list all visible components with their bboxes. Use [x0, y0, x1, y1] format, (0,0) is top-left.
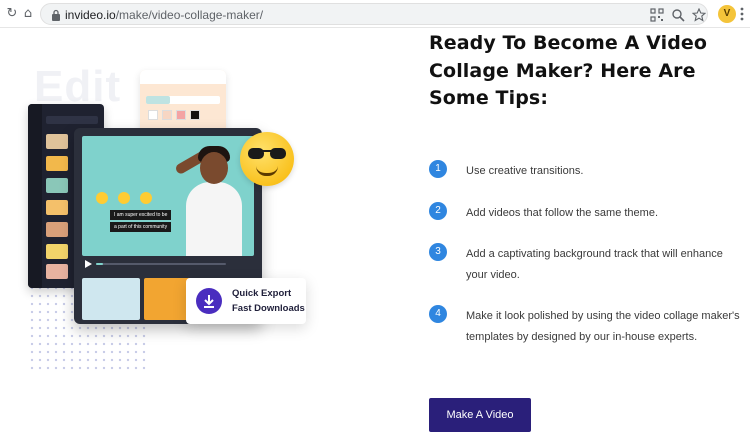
url-path: /make/video-collage-maker/ — [115, 8, 264, 22]
quick-export-card: Quick Export Fast Downloads — [186, 278, 306, 324]
address-bar[interactable]: invideo.io/make/video-collage-maker/ — [40, 3, 708, 25]
video-preview: I am super excited to be a part of this … — [82, 136, 254, 256]
media-thumbnail — [46, 134, 68, 149]
panel-search — [46, 116, 98, 124]
color-swatch — [148, 110, 158, 120]
colors-tab-active — [146, 96, 170, 104]
color-swatch — [162, 110, 172, 120]
zoom-icon[interactable] — [671, 8, 685, 22]
play-icon — [85, 260, 92, 268]
caption-line-1: I am super excited to be — [110, 210, 172, 220]
caption-line-2: a part of this community — [110, 222, 172, 232]
home-icon[interactable]: ⌂ — [20, 6, 36, 22]
media-thumbnail — [46, 222, 68, 237]
make-a-video-button[interactable]: Make A Video — [429, 398, 531, 432]
url-text[interactable]: invideo.io/make/video-collage-maker/ — [65, 8, 263, 22]
media-thumbnail — [46, 156, 68, 171]
sunglasses-icon — [248, 148, 286, 159]
colors-panel-header — [140, 70, 226, 84]
color-swatch — [176, 110, 186, 120]
tip-text: Add a captivating background track that … — [466, 248, 723, 281]
tip-number-badge: 2 — [429, 202, 447, 220]
page-title: Ready To Become A Video Collage Maker? H… — [429, 32, 708, 109]
sunglasses-emoji — [240, 132, 294, 186]
timeline-clip — [82, 278, 140, 320]
emoji-smile — [256, 166, 278, 176]
tip-text: Use creative transitions. — [466, 165, 584, 177]
person-body — [186, 182, 242, 256]
qr-icon[interactable] — [650, 8, 664, 22]
progress-fill — [96, 263, 103, 265]
reload-icon[interactable]: ↻ — [4, 6, 20, 22]
emoji-sticker — [118, 192, 130, 204]
tip-number-badge: 3 — [429, 243, 447, 261]
url-domain: invideo.io — [65, 8, 116, 22]
export-subtitle: Fast Downloads — [232, 303, 305, 314]
emoji-sticker — [96, 192, 108, 204]
tip-number-badge: 4 — [429, 305, 447, 323]
tip-number-badge: 1 — [429, 160, 447, 178]
player-controls — [82, 260, 254, 268]
tip-text: Make it look polished by using the video… — [466, 310, 740, 343]
browser-bar: ↻ ⌂ invideo.io/make/video-collage-maker/… — [0, 0, 750, 28]
emoji-sticker — [140, 192, 152, 204]
media-thumbnail — [46, 200, 68, 215]
panel-sidebar — [28, 104, 42, 288]
profile-avatar[interactable]: V — [718, 5, 736, 23]
media-thumbnail — [46, 178, 68, 193]
star-icon[interactable] — [692, 8, 706, 22]
media-thumbnail — [46, 244, 68, 259]
tip-text: Add videos that follow the same theme. — [466, 207, 658, 219]
media-thumbnail — [46, 264, 68, 279]
lock-icon — [52, 9, 60, 21]
progress-track — [96, 263, 226, 265]
menu-icon[interactable] — [738, 6, 746, 22]
export-title: Quick Export — [232, 288, 292, 299]
color-swatch — [190, 110, 200, 120]
hero-illustration: Edit I am super excited to be a part of … — [0, 28, 380, 443]
download-icon — [196, 288, 222, 314]
person-head — [200, 152, 228, 184]
